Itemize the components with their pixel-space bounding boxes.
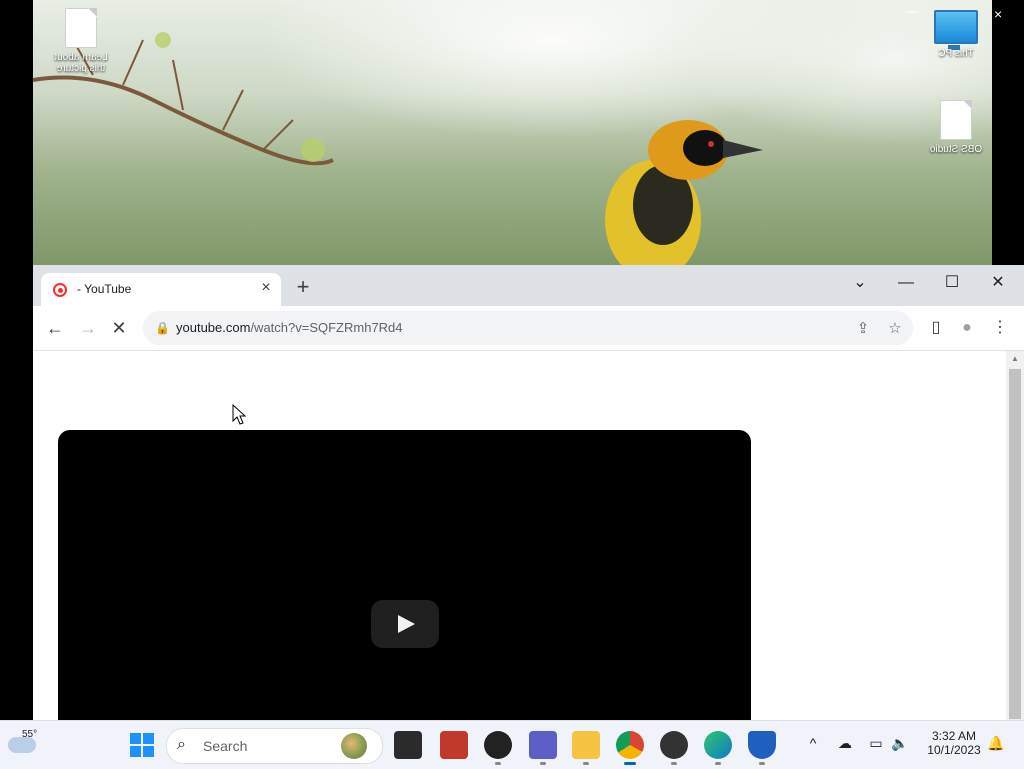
desktop-minimize-icon[interactable]: — — [906, 4, 918, 18]
search-highlight-icon — [341, 733, 367, 759]
share-icon[interactable]: ⇪ — [853, 319, 873, 339]
weather-temperature[interactable]: 55° — [22, 729, 37, 740]
file-explorer-icon[interactable] — [572, 731, 600, 765]
chrome-window: - YouTube × + ⌄ — ☐ ✕ ← → ✕ 🔒 youtube.co… — [33, 265, 1024, 720]
mouse-cursor-icon — [232, 404, 246, 425]
tab-search-icon[interactable]: ⌄ — [837, 269, 883, 297]
task-view-icon[interactable] — [394, 731, 422, 759]
profile-avatar-icon[interactable]: ● — [955, 316, 979, 340]
video-player[interactable] — [58, 430, 751, 720]
clock-time: 3:32 AM — [931, 729, 977, 743]
running-indicator — [540, 762, 546, 765]
lock-icon[interactable]: 🔒 — [155, 321, 170, 335]
running-indicator — [583, 762, 589, 765]
chrome-menu-icon[interactable]: ⋮ — [988, 316, 1012, 340]
system-clock[interactable]: 3:32 AM 10/1/2023 — [918, 729, 990, 757]
close-button[interactable]: ✕ — [975, 269, 1021, 297]
active-indicator — [624, 762, 636, 765]
minimize-button[interactable]: — — [883, 269, 929, 297]
taskbar-search-box[interactable]: ⌕ Search — [166, 728, 383, 764]
vertical-scrollbar[interactable]: ▲ — [1006, 351, 1024, 720]
edge-icon[interactable] — [704, 731, 732, 765]
forward-button[interactable]: → — [74, 314, 102, 342]
obs-studio-icon[interactable] — [484, 731, 512, 765]
onedrive-icon[interactable]: ☁ — [835, 735, 855, 752]
photos-app-icon[interactable] — [440, 731, 468, 759]
address-bar[interactable]: 🔒 youtube.com/watch?v=SQFZRmh7Rd4 ⇪ ☆ — [143, 311, 913, 345]
browser-toolbar: ← → ✕ 🔒 youtube.com/watch?v=SQFZRmh7Rd4 … — [33, 306, 1024, 351]
youtube-loading-icon — [53, 283, 67, 297]
scroll-up-icon[interactable]: ▲ — [1009, 354, 1021, 364]
page-content — [33, 351, 1006, 720]
search-placeholder: Search — [203, 738, 248, 754]
desktop-icon-this-pc[interactable]: This PC — [921, 10, 991, 59]
back-button[interactable]: ← — [41, 314, 69, 342]
search-icon: ⌕ — [177, 736, 186, 753]
desktop-icon-obs-studio[interactable]: OBS Studio — [921, 100, 991, 155]
maximize-button[interactable]: ☐ — [929, 269, 975, 297]
desktop-wallpaper: Learn about this picture This PC OBS Stu… — [33, 0, 992, 265]
defender-shield-icon[interactable] — [748, 731, 776, 765]
running-indicator — [715, 762, 721, 765]
shortcut-icon — [940, 100, 972, 140]
clock-date: 10/1/2023 — [927, 743, 981, 757]
computer-icon — [934, 10, 978, 50]
chrome-icon[interactable] — [616, 731, 644, 765]
running-indicator — [495, 762, 501, 765]
tab-youtube[interactable]: - YouTube × — [41, 273, 281, 306]
play-button[interactable] — [371, 600, 439, 648]
running-indicator — [759, 762, 765, 765]
notification-bell-icon[interactable]: 🔔 — [986, 735, 1006, 752]
document-icon — [65, 8, 97, 48]
taskbar: 55° ⌕ Search ^ ☁ ▭ 🔈 3:32 AM 10/1/2023 🔔 — [0, 720, 1024, 769]
volume-icon[interactable]: 🔈 — [890, 735, 910, 752]
side-panel-icon[interactable]: ▯ — [924, 316, 948, 340]
desktop-icon-learn-about-this-picture[interactable]: Learn about this picture — [46, 8, 116, 74]
new-tab-button[interactable]: + — [291, 276, 315, 300]
teams-icon[interactable] — [529, 731, 557, 765]
start-button[interactable] — [128, 731, 156, 759]
scrollbar-thumb[interactable] — [1009, 369, 1021, 719]
tray-chevron-icon[interactable]: ^ — [803, 735, 823, 751]
windows-logo-icon — [130, 733, 154, 757]
stop-loading-button[interactable]: ✕ — [105, 314, 133, 342]
tab-close-icon[interactable]: × — [257, 279, 275, 297]
media-player-icon[interactable] — [660, 731, 688, 765]
address-bar-url: youtube.com/watch?v=SQFZRmh7Rd4 — [176, 320, 403, 335]
tab-title: - YouTube — [77, 282, 132, 296]
bookmark-star-icon[interactable]: ☆ — [885, 319, 905, 339]
tab-strip: - YouTube × + ⌄ — ☐ ✕ — [33, 265, 1024, 306]
wallpaper-bird — [605, 120, 763, 265]
desktop-close-icon[interactable]: × — [994, 6, 1002, 22]
network-icon[interactable]: ▭ — [866, 735, 886, 752]
running-indicator — [671, 762, 677, 765]
